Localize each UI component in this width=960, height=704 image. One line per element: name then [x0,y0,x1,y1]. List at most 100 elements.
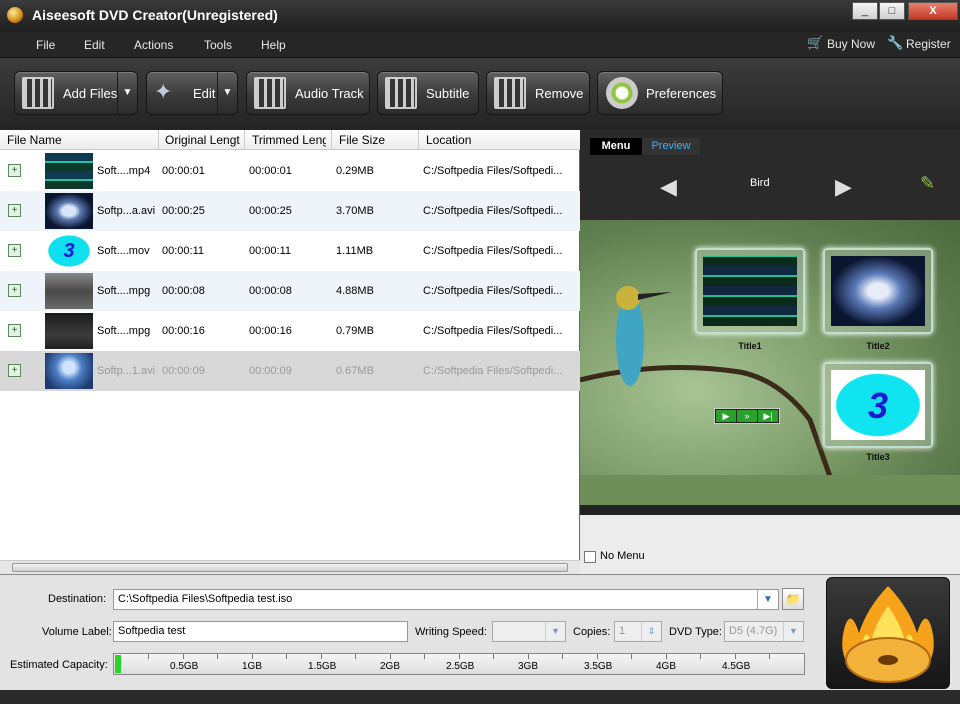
minimize-button[interactable]: _ [852,2,878,20]
capacity-tick [252,654,253,659]
file-name: Soft....mov [97,245,150,257]
expand-icon[interactable]: + [8,204,21,217]
column-divider[interactable] [418,130,419,150]
edit-menu-icon[interactable]: ✎ [920,173,935,194]
menu-help[interactable]: Help [261,38,286,52]
file-name: Soft....mpg [97,325,151,337]
menu-actions[interactable]: Actions [134,38,173,52]
column-original-length[interactable]: Original Lengt [165,133,240,147]
original-length: 00:00:09 [162,365,205,377]
expand-icon[interactable]: + [8,284,21,297]
table-row[interactable]: + Soft....mpg 00:00:16 00:00:16 0.79MB C… [0,311,580,351]
original-length: 00:00:16 [162,325,205,337]
next-template-icon[interactable]: ▶ [835,174,852,200]
tab-preview[interactable]: Preview [642,138,700,155]
add-files-button[interactable]: Add Files ▼ [14,71,138,115]
capacity-mark: 2.5GB [446,661,475,672]
play-icon[interactable]: ▶ [716,410,736,422]
destination-label: Destination: [48,593,107,605]
buy-now-link[interactable]: Buy Now [827,37,875,51]
previous-template-icon[interactable]: ◀ [660,174,677,200]
title-bar: Aiseesoft DVD Creator(Unregistered) _ □ … [0,0,960,32]
column-divider[interactable] [244,130,245,150]
edit-dropdown[interactable]: ▼ [217,72,237,114]
chevron-down-icon[interactable]: ▼ [783,622,803,641]
expand-icon[interactable]: + [8,244,21,257]
capacity-tick [183,654,184,659]
close-button[interactable]: X [908,2,958,20]
remove-label: Remove [535,86,584,101]
menu-edit[interactable]: Edit [84,38,105,52]
file-location: C:/Softpedia Files/Softpedi... [423,245,563,257]
table-row[interactable]: + Soft....mpg 00:00:08 00:00:08 4.88MB C… [0,271,580,311]
scrollbar-thumb[interactable] [12,563,568,572]
copies-stepper[interactable]: 1 ⇕ [614,621,662,642]
chapter-thumbnail-3[interactable]: 3 [823,362,933,448]
table-row[interactable]: + Soft....mp4 00:00:01 00:00:01 0.29MB C… [0,151,580,191]
next-chapter-icon[interactable]: ▶| [758,410,778,422]
chapter-thumbnail-2[interactable] [823,248,933,334]
tab-menu[interactable]: Menu [590,138,642,155]
maximize-button[interactable]: □ [879,2,905,20]
video-thumbnail [45,353,93,389]
capacity-tick [735,654,736,659]
file-location: C:/Softpedia Files/Softpedi... [423,365,563,377]
column-divider[interactable] [331,130,332,150]
chapter-thumbnail-1[interactable] [695,248,805,334]
dvd-type-label: DVD Type: [669,626,722,638]
edit-label: Edit [193,86,216,101]
column-location[interactable]: Location [426,133,576,147]
capacity-tick [459,654,460,659]
menu-tools[interactable]: Tools [204,38,232,52]
menu-bar: File Edit Actions Tools Help 🛒 Buy Now 🔧… [0,32,960,58]
remove-button[interactable]: Remove [486,71,590,115]
audio-track-button[interactable]: Audio Track [246,71,370,115]
stepper-arrows-icon[interactable]: ⇕ [641,622,661,641]
table-row-selected[interactable]: + Softp...1.avi 00:00:09 00:00:09 0.67MB… [0,351,580,391]
register-link[interactable]: Register [906,37,951,51]
file-name: Soft....mpg [97,285,151,297]
file-size: 0.79MB [336,325,374,337]
dvd-type-select[interactable]: D5 (4.7G) ▼ [724,621,804,642]
capacity-mark: 4.5GB [722,661,751,672]
capacity-mark: 1GB [242,661,263,672]
menu-file[interactable]: File [36,38,55,52]
capacity-tick [597,654,598,659]
output-settings: Destination: C:\Softpedia Files\Softpedi… [0,574,960,690]
original-length: 00:00:08 [162,285,205,297]
column-trimmed-length[interactable]: Trimmed Leng [252,133,326,147]
subtitle-button[interactable]: Subtitle [377,71,479,115]
chapter-title-1: Title1 [738,341,762,351]
add-files-dropdown[interactable]: ▼ [117,72,137,114]
no-menu-checkbox[interactable] [584,551,596,563]
column-file-name[interactable]: File Name [7,133,157,147]
folder-icon[interactable]: 📁 [782,588,804,610]
table-row[interactable]: + 3 Soft....mov 00:00:11 00:00:11 1.11MB… [0,231,580,271]
capacity-tick [493,654,494,659]
copies-label: Copies: [573,626,611,638]
capacity-mark: 3GB [518,661,539,672]
horizontal-scrollbar[interactable] [0,560,580,574]
column-file-size[interactable]: File Size [339,133,414,147]
trimmed-length: 00:00:08 [249,285,292,297]
writing-speed-select[interactable]: ▼ [492,621,566,642]
column-divider[interactable] [158,130,159,150]
chevron-down-icon[interactable]: ▼ [757,590,778,609]
expand-icon[interactable]: + [8,164,21,177]
preferences-button[interactable]: Preferences [597,71,723,115]
no-menu-area: No Menu [580,505,960,574]
toolbar: Add Files ▼ ✦ Edit ▼ Audio Track Subtitl… [0,58,960,130]
burn-button[interactable] [826,577,950,689]
capacity-mark: 4GB [656,661,677,672]
expand-icon[interactable]: + [8,324,21,337]
trimmed-length: 00:00:16 [249,325,292,337]
chevron-down-icon[interactable]: ▼ [545,622,565,641]
audio-track-label: Audio Track [295,86,364,101]
edit-button[interactable]: ✦ Edit ▼ [146,71,238,115]
destination-field[interactable]: C:\Softpedia Files\Softpedia test.iso [113,589,779,610]
table-row[interactable]: + Softp...a.avi 00:00:25 00:00:25 3.70MB… [0,191,580,231]
fast-forward-icon[interactable]: » [737,410,757,422]
expand-icon[interactable]: + [8,364,21,377]
volume-label-field[interactable]: Softpedia test [113,621,408,642]
capacity-tick [355,654,356,659]
